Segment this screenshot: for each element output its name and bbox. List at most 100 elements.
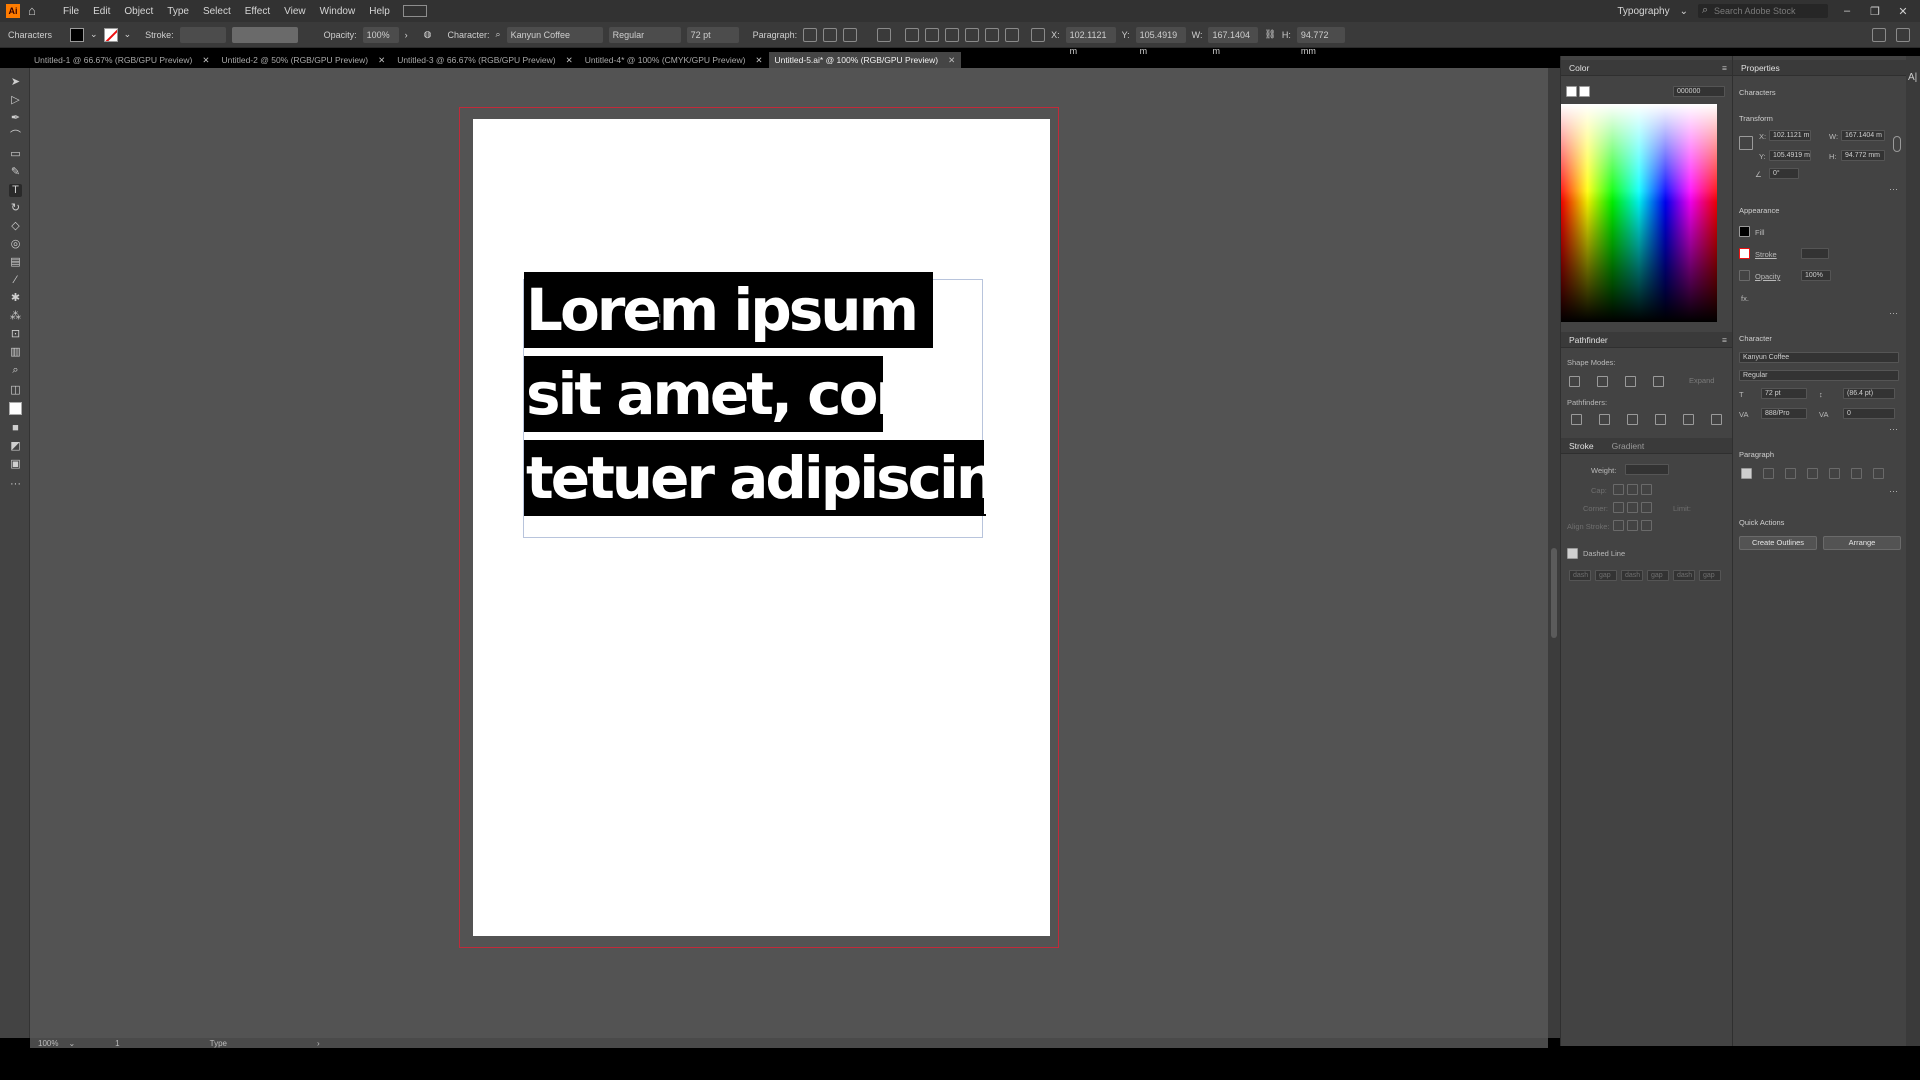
variable-width-profile[interactable] <box>231 26 298 43</box>
menu-edit[interactable]: Edit <box>86 6 117 17</box>
round-join-icon[interactable] <box>1627 502 1638 513</box>
selected-text-line[interactable]: Lorem ipsum dolor <box>524 272 933 348</box>
menu-select[interactable]: Select <box>196 6 238 17</box>
more-options-icon[interactable]: ··· <box>1889 486 1898 496</box>
chevron-down-icon[interactable]: ⌄ <box>68 1039 75 1048</box>
status-tool-label[interactable]: Type <box>210 1039 227 1048</box>
projecting-cap-icon[interactable] <box>1641 484 1652 495</box>
constrain-proportions-icon[interactable] <box>1893 136 1901 152</box>
fill-stroke-swatch-icon[interactable] <box>9 402 22 415</box>
stroke-weight-field[interactable] <box>179 26 226 43</box>
prop-w-field[interactable]: 167.1404 m <box>1841 130 1885 141</box>
paragraph-label[interactable]: Paragraph: <box>753 30 798 40</box>
more-options-icon[interactable]: ··· <box>1889 424 1898 434</box>
screen-mode-icon[interactable]: ▣ <box>9 458 22 471</box>
scrollbar-thumb[interactable] <box>1551 548 1557 638</box>
font-family-field[interactable]: Kanyun Coffee <box>1739 352 1899 363</box>
align-left-icon[interactable] <box>803 27 818 42</box>
round-cap-icon[interactable] <box>1627 484 1638 495</box>
artboard-nav[interactable]: 1 <box>115 1039 119 1048</box>
align-center-stroke-icon[interactable] <box>1613 520 1624 531</box>
close-tab-icon[interactable]: ✕ <box>202 55 209 66</box>
align-hcenter-icon[interactable] <box>925 27 940 42</box>
menu-object[interactable]: Object <box>117 6 160 17</box>
stock-search-input[interactable]: Search Adobe Stock <box>1698 3 1828 18</box>
zoom-level[interactable]: 100% <box>38 1039 58 1048</box>
arrange-documents-icon[interactable] <box>402 5 427 17</box>
more-options-icon[interactable]: ··· <box>1889 184 1898 194</box>
menu-window[interactable]: Window <box>313 6 363 17</box>
draw-mode-icon[interactable]: ◩ <box>9 440 22 453</box>
opacity-label[interactable]: Opacity: <box>324 30 357 40</box>
document-tab[interactable]: Untitled-2 @ 50% (RGB/GPU Preview) ✕ <box>216 52 392 68</box>
character-panel-icon[interactable]: A| <box>1908 72 1917 83</box>
fx-icon[interactable]: fx. <box>1741 294 1749 303</box>
opacity-field[interactable]: 100% <box>1801 270 1831 281</box>
align-vcenter-icon[interactable] <box>985 27 1000 42</box>
reference-point-icon[interactable] <box>1031 27 1046 42</box>
color-mode-icon[interactable]: ■ <box>9 422 22 435</box>
prop-y-field[interactable]: 105.4919 m <box>1769 150 1811 161</box>
opacity-field[interactable]: 100% <box>362 26 399 43</box>
properties-panel-header[interactable]: Properties <box>1733 60 1907 76</box>
y-field[interactable]: 105.4919 m <box>1135 26 1186 56</box>
align-inside-stroke-icon[interactable] <box>1627 520 1638 531</box>
chevron-right-icon[interactable]: › <box>405 30 408 40</box>
stroke-swatch[interactable] <box>103 27 118 42</box>
blend-tool-icon[interactable]: ✱ <box>9 292 22 305</box>
dash-field[interactable]: dash <box>1621 570 1643 581</box>
gap-field[interactable]: gap <box>1647 570 1669 581</box>
stroke-swatch[interactable] <box>1739 248 1750 259</box>
chevron-down-icon[interactable]: ⌄ <box>124 29 132 40</box>
character-label[interactable]: Character: <box>448 30 490 40</box>
justify-center-icon[interactable] <box>1829 468 1840 479</box>
fill-label[interactable]: Fill <box>1755 228 1765 237</box>
more-options-icon[interactable]: ··· <box>1889 308 1898 318</box>
eraser-tool-icon[interactable]: ◇ <box>9 220 22 233</box>
link-icon[interactable]: ⛓ <box>1264 29 1275 40</box>
rectangle-tool-icon[interactable]: ▭ <box>9 148 22 161</box>
color-panel-header[interactable]: Color ≡ <box>1561 60 1733 76</box>
menu-help[interactable]: Help <box>362 6 397 17</box>
reference-point-icon[interactable] <box>1739 136 1753 150</box>
align-left-icon[interactable] <box>1741 468 1752 479</box>
menu-effect[interactable]: Effect <box>238 6 277 17</box>
white-swatch[interactable] <box>1579 86 1590 97</box>
chevron-down-icon[interactable]: ⌄ <box>90 29 98 40</box>
align-right-icon[interactable] <box>843 27 858 42</box>
pathfinder-panel-header[interactable]: Pathfinder ≡ <box>1561 332 1733 348</box>
direct-selection-tool-icon[interactable]: ▷ <box>9 94 22 107</box>
paintbrush-tool-icon[interactable]: ✎ <box>9 166 22 179</box>
symbol-sprayer-tool-icon[interactable]: ⁂ <box>9 310 22 323</box>
close-icon[interactable]: ✕ <box>1894 5 1912 18</box>
pen-tool-icon[interactable]: ✒ <box>9 112 22 125</box>
prop-h-field[interactable]: 94.772 mm <box>1841 150 1885 161</box>
type-tool-icon[interactable]: T <box>9 184 22 197</box>
minus-front-icon[interactable] <box>1597 376 1608 387</box>
font-size-field[interactable]: 72 pt <box>1761 388 1807 399</box>
leading-field[interactable]: (86.4 pt) <box>1843 388 1895 399</box>
gradient-tool-icon[interactable]: ▤ <box>9 256 22 269</box>
x-field[interactable]: 102.1121 m <box>1065 26 1116 56</box>
create-outlines-button[interactable]: Create Outlines <box>1739 536 1817 550</box>
align-outside-stroke-icon[interactable] <box>1641 520 1652 531</box>
none-swatch[interactable] <box>1566 86 1577 97</box>
stroke-label[interactable]: Stroke: <box>145 30 174 40</box>
font-style-field[interactable]: Regular <box>1739 370 1899 381</box>
width-field[interactable]: 167.1404 m <box>1208 26 1259 56</box>
shape-builder-tool-icon[interactable]: ◎ <box>9 238 22 251</box>
kerning-field[interactable]: 888/Pro <box>1761 408 1807 419</box>
eyedropper-tool-icon[interactable]: ⁄ <box>9 274 22 287</box>
expand-button[interactable]: Expand <box>1689 376 1714 385</box>
font-size-field[interactable]: 72 pt <box>686 26 739 43</box>
align-right-edges-icon[interactable] <box>945 27 960 42</box>
fill-swatch[interactable] <box>70 27 85 42</box>
selected-text-line[interactable]: sit amet, consec- <box>524 356 883 432</box>
document-tab[interactable]: Untitled-1 @ 66.67% (RGB/GPU Preview) ✕ <box>28 52 216 68</box>
align-center-icon[interactable] <box>823 27 838 42</box>
tracking-field[interactable]: 0 <box>1843 408 1895 419</box>
align-to-icon[interactable] <box>877 27 892 42</box>
artboard-tool-icon[interactable]: ⊡ <box>9 328 22 341</box>
document-tab-active[interactable]: Untitled-5.ai* @ 100% (RGB/GPU Preview) ✕ <box>768 52 962 68</box>
recolor-icon[interactable]: ◍ <box>424 29 432 40</box>
